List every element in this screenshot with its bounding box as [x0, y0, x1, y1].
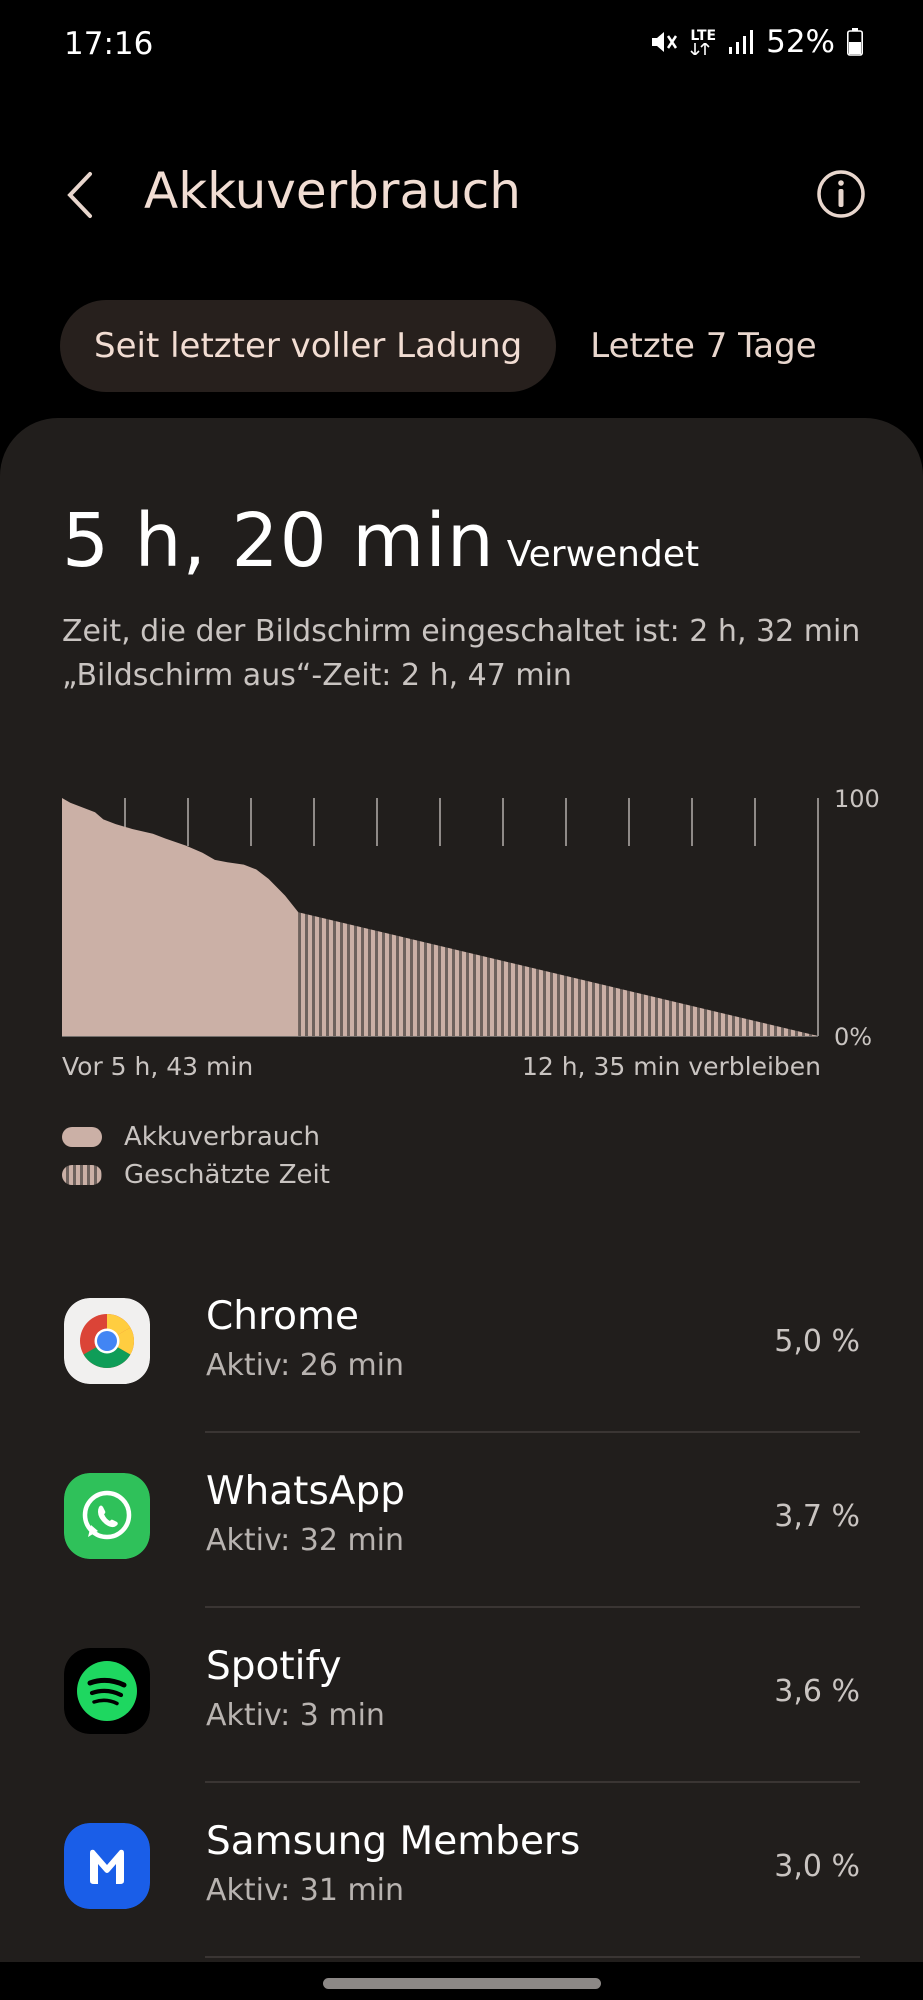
info-button[interactable]: [815, 168, 867, 220]
usage-summary: 5 h, 20 min Verwendet: [62, 498, 699, 584]
status-icons: LTE 52%: [648, 24, 863, 60]
app-usage-percent: 3,7 %: [774, 1499, 860, 1534]
used-time-value: 5 h, 20 min: [62, 498, 495, 584]
x-axis-start-label: Vor 5 h, 43 min: [62, 1052, 254, 1081]
list-item-samsung-members[interactable]: Samsung Members Aktiv: 31 min 3,0 %: [0, 1783, 923, 1958]
app-usage-list: Chrome Aktiv: 26 min 5,0 % WhatsApp Akti…: [0, 1258, 923, 1958]
status-bar: 17:16 LTE 52%: [0, 0, 923, 90]
status-time: 17:16: [64, 26, 154, 62]
app-usage-percent: 5,0 %: [774, 1324, 860, 1359]
battery-usage-card: 5 h, 20 min Verwendet Zeit, die der Bild…: [0, 418, 923, 2000]
page-title: Akkuverbrauch: [144, 162, 521, 220]
lte-icon: LTE: [690, 29, 716, 55]
samsung-members-icon: [64, 1823, 150, 1909]
app-active-time: Aktiv: 3 min: [206, 1698, 385, 1733]
divider: [205, 1956, 860, 1958]
back-button[interactable]: [58, 168, 108, 222]
y-axis-max-label: 100: [834, 785, 880, 813]
chrome-icon: [64, 1298, 150, 1384]
legend-item-estimate: Geschätzte Zeit: [62, 1160, 330, 1190]
lte-label: LTE: [690, 28, 717, 44]
period-tabs: Seit letzter voller Ladung Letzte 7 Tage: [60, 300, 817, 392]
tab-since-full-charge[interactable]: Seit letzter voller Ladung: [60, 300, 557, 392]
app-name: Samsung Members: [206, 1819, 581, 1864]
app-active-time: Aktiv: 26 min: [206, 1348, 405, 1383]
x-axis-end-label: 12 h, 35 min verbleiben: [521, 1052, 821, 1081]
navigation-bar: [0, 1962, 923, 2000]
usage-area-series: [62, 798, 299, 1036]
signal-icon: [728, 29, 754, 55]
app-name: WhatsApp: [206, 1469, 405, 1514]
list-item-spotify[interactable]: Spotify Aktiv: 3 min 3,6 %: [0, 1608, 923, 1783]
legend-label-usage: Akkuverbrauch: [124, 1122, 321, 1152]
battery-percent: 52%: [766, 24, 835, 60]
battery-chart: 100 0%: [62, 785, 880, 1051]
mute-vibrate-icon: [648, 27, 678, 57]
used-time-label: Verwendet: [506, 534, 700, 575]
app-active-time: Aktiv: 31 min: [206, 1873, 405, 1908]
info-icon: [817, 170, 865, 218]
app-usage-percent: 3,6 %: [774, 1674, 860, 1709]
app-name: Chrome: [206, 1294, 359, 1339]
list-item-chrome[interactable]: Chrome Aktiv: 26 min 5,0 %: [0, 1258, 923, 1433]
legend-item-usage: Akkuverbrauch: [62, 1122, 320, 1152]
chevron-left-icon: [67, 172, 92, 218]
home-gesture-handle[interactable]: [323, 1978, 601, 1989]
app-active-time: Aktiv: 32 min: [206, 1523, 405, 1558]
app-bar: Akkuverbrauch: [0, 150, 923, 240]
legend-label-estimate: Geschätzte Zeit: [124, 1160, 330, 1190]
legend-swatch-usage: [62, 1127, 102, 1147]
estimate-area-series: [298, 912, 818, 1036]
screen-on-time: Zeit, die der Bildschirm eingeschaltet i…: [62, 614, 861, 649]
app-usage-percent: 3,0 %: [774, 1849, 860, 1884]
tab-last-7-days[interactable]: Letzte 7 Tage: [590, 326, 816, 366]
battery-icon: [847, 28, 863, 56]
spotify-icon: [64, 1648, 150, 1734]
y-axis-min-label: 0%: [834, 1023, 872, 1051]
list-item-whatsapp[interactable]: WhatsApp Aktiv: 32 min 3,7 %: [0, 1433, 923, 1608]
screen-off-time: „Bildschirm aus“-Zeit: 2 h, 47 min: [62, 658, 572, 693]
whatsapp-icon: [64, 1473, 150, 1559]
legend-swatch-estimate: [62, 1165, 102, 1185]
app-name: Spotify: [206, 1644, 342, 1689]
